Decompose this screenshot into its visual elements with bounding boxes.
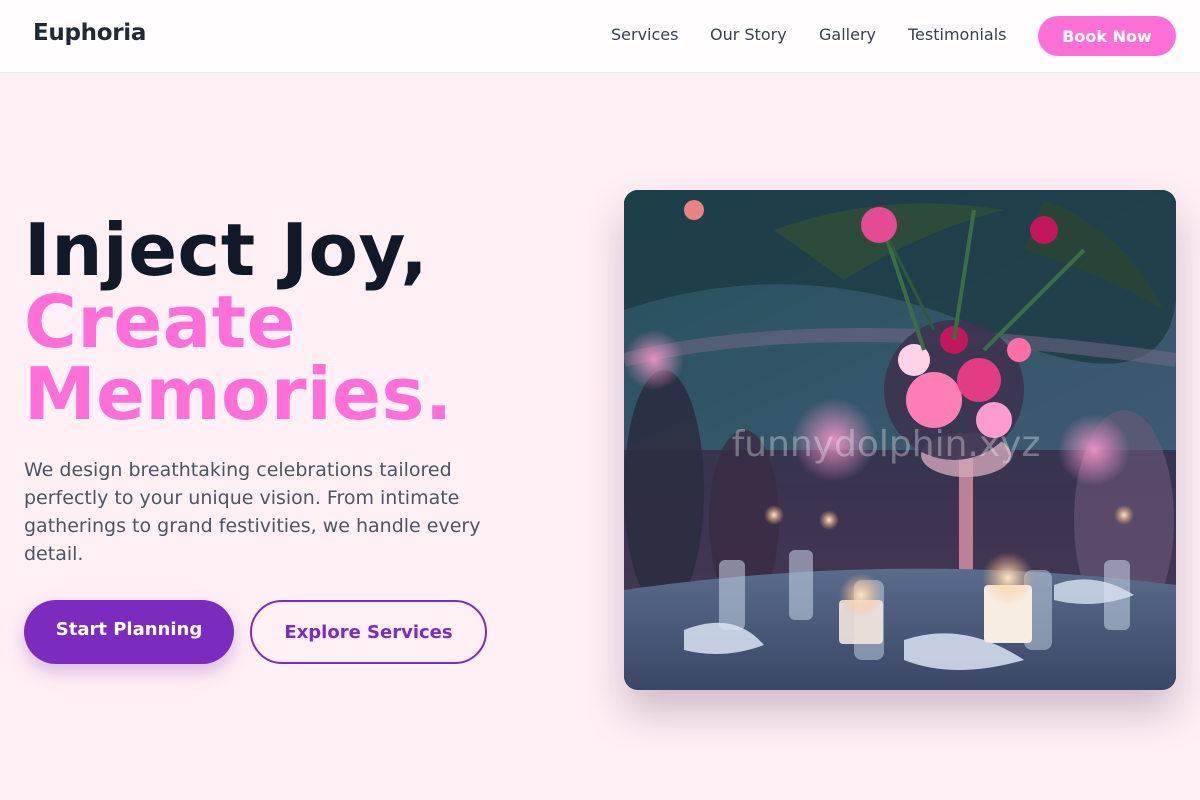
hero-event-photo: funnydolphin.xyz — [624, 190, 1176, 690]
headline-line-3: Memories. — [24, 352, 453, 436]
start-planning-button[interactable]: Start Planning — [24, 600, 234, 664]
nav-link-gallery[interactable]: Gallery — [819, 25, 876, 44]
headline-line-1: Inject Joy, — [24, 208, 429, 292]
site-header: Euphoria Services Our Story Gallery Test… — [0, 0, 1200, 73]
headline-line-2: Create — [24, 280, 297, 364]
nav-link-our-story[interactable]: Our Story — [710, 25, 787, 44]
hero-description: We design breathtaking celebrations tail… — [24, 459, 481, 565]
svg-text:funnydolphin.xyz: funnydolphin.xyz — [732, 424, 1041, 465]
explore-services-button[interactable]: Explore Services — [250, 600, 487, 664]
nav-link-testimonials[interactable]: Testimonials — [908, 25, 1007, 44]
hero-headline: Inject Joy, Create Memories. — [24, 214, 453, 430]
nav-link-services[interactable]: Services — [611, 25, 678, 44]
book-now-button[interactable]: Book Now — [1038, 16, 1176, 56]
main-nav: Services Our Story Gallery Testimonials — [0, 0, 1200, 72]
